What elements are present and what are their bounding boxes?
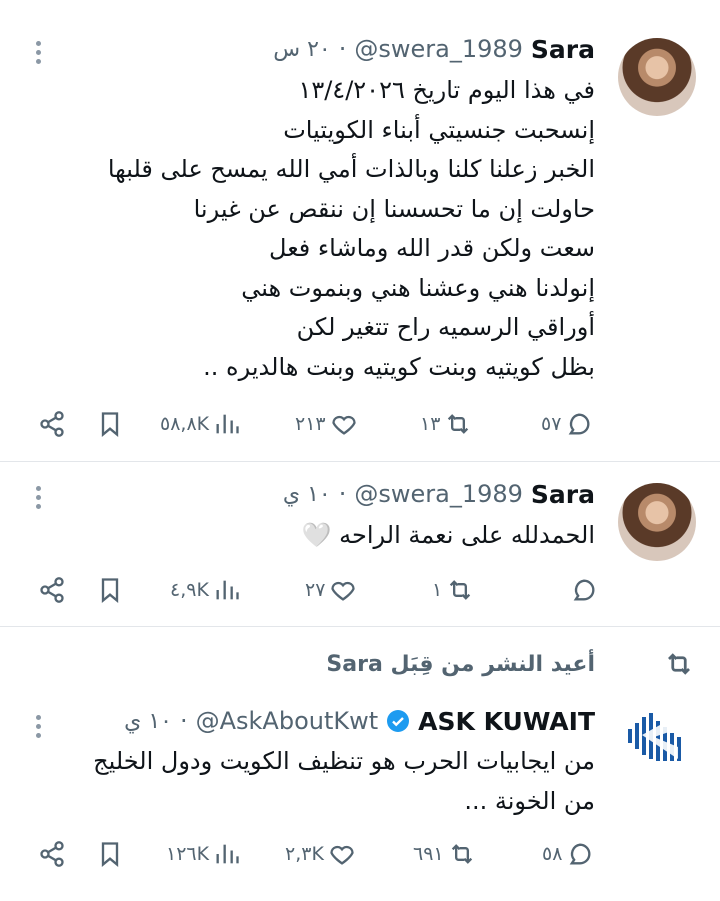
share-button[interactable] [38, 834, 66, 874]
share-icon [40, 577, 64, 603]
ask-kuwait-logo-icon [628, 713, 681, 761]
bookmark-icon [101, 578, 119, 603]
views-count: ٤,٩K [170, 579, 209, 601]
tweet-text-line: في هذا اليوم تاريخ ١٣/٤/٢٠٢٦ [298, 76, 595, 104]
heart-icon [331, 581, 356, 601]
author-name[interactable]: Sara [531, 480, 595, 509]
share-icon [40, 411, 64, 437]
tweet-text-line: أوراقي الرسميه راح تتغير لكن [296, 313, 595, 341]
reply-button[interactable] [566, 570, 598, 610]
share-button[interactable] [38, 570, 66, 610]
retweet-label[interactable]: أعيد النشر من قِبَل Sara [326, 652, 595, 677]
tweet-actions: ٥٨,٨K ٢١٣ ١٣ ٥٧ [0, 404, 720, 444]
retweet-icon [451, 844, 472, 864]
tweet-text: من ايجابيات الحرب هو تنظيف الكويت ودول ا… [35, 742, 595, 821]
reply-icon [570, 843, 591, 865]
author-handle[interactable]: @AskAboutKwt [196, 707, 379, 735]
views-button[interactable]: ١٢٦K [166, 834, 241, 874]
heart-icon [330, 845, 354, 865]
tweet-text-line: الخبر زعلنا كلنا وبالذات أمي الله يمسح ع… [107, 155, 595, 183]
author-handle[interactable]: @swera_1989 [354, 35, 523, 63]
tweet-text: الحمدلله على نعمة الراحه 🤍 [35, 516, 595, 556]
author-name[interactable]: Sara [531, 35, 595, 64]
share-icon [40, 841, 64, 867]
more-options-icon[interactable] [36, 715, 44, 738]
author-name[interactable]: ASK KUWAIT [418, 707, 595, 736]
tweet-text-line: الحمدلله على نعمة الراحه 🤍 [301, 521, 595, 549]
bookmark-button[interactable] [96, 834, 124, 874]
views-count: ١٢٦K [166, 843, 210, 865]
tweet-header: Sara @swera_1989 · ١٠ ي [282, 479, 595, 509]
tweet-header: Sara @swera_1989 · ٢٠ س [273, 34, 595, 64]
bookmark-icon [101, 842, 119, 867]
like-button[interactable]: ٢١٣ [295, 404, 358, 444]
bookmark-icon [101, 412, 119, 437]
views-icon [216, 580, 239, 600]
replies-count: ٥٨ [542, 843, 563, 865]
retweet-button[interactable]: ١ [432, 570, 474, 610]
retweets-count: ٦٩١ [413, 843, 444, 865]
tweet-header: ASK KUWAIT @AskAboutKwt · ١٠ ي [124, 706, 595, 736]
tweet-text-line: من الخونة ... [464, 786, 595, 815]
like-button[interactable]: ٢٧ [305, 570, 357, 610]
tweet-text-line: إنولدنا هني وعشنا هني وبنموت هني [241, 273, 595, 302]
reply-button[interactable]: ٥٨ [542, 834, 594, 874]
likes-count: ٢٧ [305, 579, 326, 601]
bookmark-button[interactable] [96, 570, 124, 610]
retweet-button[interactable]: ١٣ [420, 404, 472, 444]
tweet-actions: ١٢٦K ٢,٣K ٦٩١ ٥٨ [0, 834, 720, 874]
tweet-text-line: حاولت إن ما تحسسنا إن ننقص عن غيرنا [193, 194, 595, 223]
heart-icon [331, 415, 356, 435]
tweet-3[interactable]: أعيد النشر من قِبَل Sara ASK KUWAIT @Ask… [0, 627, 720, 901]
views-icon [216, 844, 239, 864]
avatar[interactable] [618, 38, 696, 116]
views-button[interactable]: ٤,٩K [170, 570, 241, 610]
tweet-actions: ٤,٩K ٢٧ ١ [0, 570, 720, 610]
tweet-time[interactable]: ١٠ ي [283, 482, 331, 507]
retweet-button[interactable]: ٦٩١ [413, 834, 476, 874]
views-icon [216, 414, 239, 434]
likes-count: ٢١٣ [295, 413, 326, 435]
tweet-text-line: من ايجابيات الحرب هو تنظيف الكويت ودول ا… [93, 747, 595, 775]
likes-count: ٢,٣K [285, 843, 324, 865]
tweet-text-line: بظل كويتيه وبنت كويتيه وبنت هالديره .. [203, 352, 595, 381]
replies-count: ٥٧ [541, 413, 562, 435]
tweet-time[interactable]: ١٠ ي [124, 709, 172, 734]
tweet-text: في هذا اليوم تاريخ ١٣/٤/٢٠٢٦ إنسحبت جنسي… [35, 71, 595, 387]
tweet-1[interactable]: Sara @swera_1989 · ٢٠ س في هذا اليوم تار… [0, 0, 720, 460]
reply-button[interactable]: ٥٧ [541, 404, 593, 444]
tweet-2[interactable]: Sara @swera_1989 · ١٠ ي الحمدلله على نعم… [0, 462, 720, 625]
tweet-text-line: سعت ولكن قدر الله وماشاء فعل [269, 234, 595, 262]
tweet-time[interactable]: ٢٠ س [273, 37, 331, 62]
like-button[interactable]: ٢,٣K [285, 834, 356, 874]
reply-icon [573, 579, 595, 601]
retweet-icon [668, 653, 690, 675]
views-button[interactable]: ٥٨,٨K [160, 404, 241, 444]
retweets-count: ١ [432, 579, 443, 601]
more-options-icon[interactable] [36, 486, 44, 509]
retweets-count: ١٣ [420, 413, 441, 435]
tweet-text-line: إنسحبت جنسيتي أبناء الكويتيات [283, 115, 595, 144]
retweet-icon [450, 580, 471, 600]
avatar[interactable] [618, 483, 696, 561]
retweet-icon [448, 414, 469, 434]
avatar[interactable] [626, 707, 684, 765]
more-options-icon[interactable] [36, 41, 44, 64]
verified-badge-icon [387, 710, 410, 732]
author-handle[interactable]: @swera_1989 [354, 480, 523, 508]
reply-icon [569, 413, 590, 435]
share-button[interactable] [38, 404, 66, 444]
views-count: ٥٨,٨K [160, 413, 210, 435]
bookmark-button[interactable] [96, 404, 124, 444]
